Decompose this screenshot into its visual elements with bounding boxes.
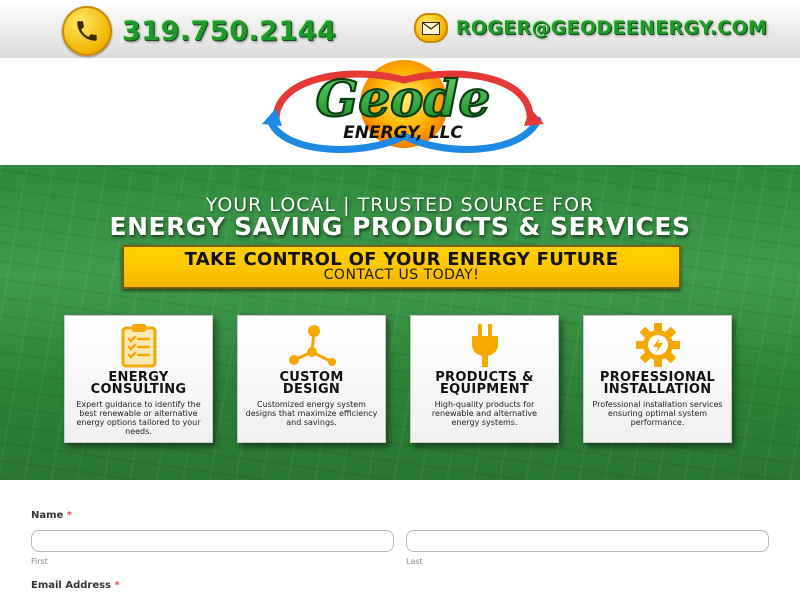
- card-description: Customized energy system designs that ma…: [245, 400, 378, 427]
- network-nodes-icon: [238, 322, 385, 370]
- phone-icon: [62, 6, 112, 56]
- email-address: ROGER@GEODEENERGY.COM: [456, 17, 768, 39]
- card-title: ENERGY CONSULTING: [90, 370, 187, 397]
- phone-number: 319.750.2144: [122, 15, 337, 47]
- service-card-products-equipment[interactable]: PRODUCTS & EQUIPMENT High-quality product…: [410, 315, 559, 443]
- card-title: CUSTOM DESIGN: [279, 370, 344, 397]
- cta-banner[interactable]: TAKE CONTROL OF YOUR ENERGY FUTURE CONTA…: [122, 245, 681, 289]
- card-title: PRODUCTS & EQUIPMENT: [435, 370, 534, 397]
- hero-section: YOUR LOCAL | TRUSTED SOURCE FOR ENERGY S…: [0, 165, 800, 480]
- hero-headline: ENERGY SAVING PRODUCTS & SERVICES: [109, 212, 691, 241]
- name-label: Name *: [31, 510, 73, 521]
- required-mark: *: [66, 510, 73, 521]
- email-label: Email Address *: [31, 580, 120, 591]
- required-mark: *: [114, 580, 120, 591]
- first-name-sublabel: First: [31, 557, 48, 566]
- envelope-icon: [414, 13, 448, 43]
- service-card-custom-design[interactable]: CUSTOM DESIGN Customized energy system de…: [237, 315, 386, 443]
- email-link[interactable]: ROGER@GEODEENERGY.COM: [414, 13, 767, 43]
- card-description: Professional installation services ensur…: [592, 400, 723, 427]
- logo-subtitle: ENERGY, LLC: [343, 123, 463, 143]
- last-name-sublabel: Last: [406, 557, 423, 566]
- card-title: PROFESSIONAL INSTALLATION: [599, 370, 716, 397]
- last-name-input[interactable]: [406, 530, 769, 552]
- clipboard-checklist-icon: [65, 322, 212, 370]
- contact-bar: 319.750.2144 ROGER@GEODEENERGY.COM: [0, 0, 800, 58]
- phone-link[interactable]: 319.750.2144: [62, 6, 336, 56]
- gear-bolt-icon: [584, 322, 731, 370]
- service-card-energy-consulting[interactable]: ENERGY CONSULTING Expert guidance to iden…: [64, 315, 213, 443]
- power-plug-icon: [411, 322, 558, 370]
- company-logo[interactable]: Geode ENERGY, LLC: [258, 58, 548, 162]
- card-description: Expert guidance to identify the best ren…: [76, 400, 201, 436]
- card-description: High-quality products for renewable and …: [431, 400, 538, 427]
- logo-word: Geode: [316, 69, 491, 128]
- first-name-input[interactable]: [31, 530, 394, 552]
- service-card-professional-installation[interactable]: PROFESSIONAL INSTALLATION Professional in…: [583, 315, 732, 443]
